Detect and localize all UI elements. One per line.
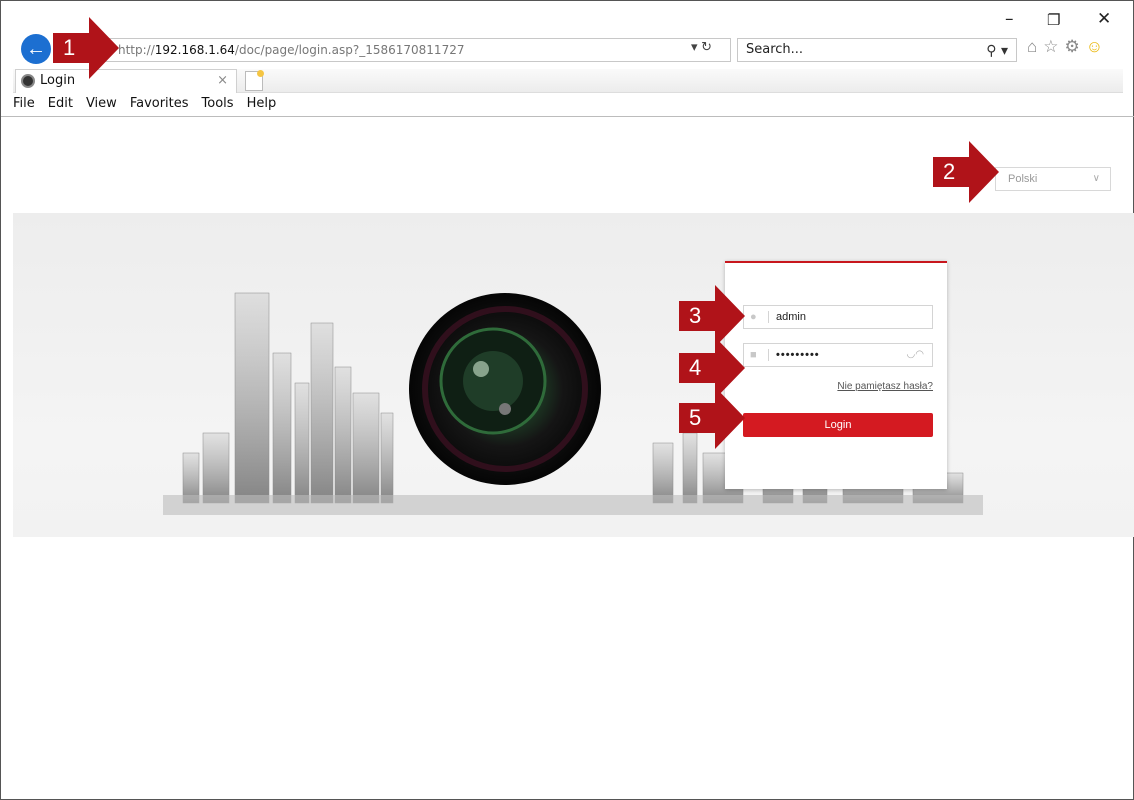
menu-view[interactable]: View (86, 96, 117, 111)
field-divider (768, 311, 769, 323)
password-field[interactable]: ■ ••••••••• ◡◠ (743, 343, 933, 367)
arrow-head (969, 141, 999, 203)
feedback-smiley-icon[interactable]: ☺ (1086, 37, 1103, 57)
user-icon: ● (750, 311, 757, 323)
home-icon[interactable]: ⌂ (1027, 37, 1037, 57)
annotation-number: 5 (689, 405, 702, 430)
chevron-down-icon: ∨ (1092, 173, 1100, 184)
url-prefix: http:// (118, 43, 155, 57)
arrow-head (89, 17, 119, 79)
hero-banner (13, 213, 1134, 537)
tab-strip: Login × (13, 69, 1123, 93)
annotation-number: 4 (689, 355, 702, 380)
search-icon[interactable]: ⚲ ▾ (986, 40, 1008, 62)
address-bar[interactable]: http://192.168.1.64/doc/page/login.asp?_… (59, 38, 731, 62)
password-value: ••••••••• (776, 349, 820, 361)
browser-window: – ❐ ✕ ← http://192.168.1.64/doc/page/log… (0, 0, 1134, 800)
annotation-number: 3 (689, 303, 702, 328)
field-divider (768, 349, 769, 361)
login-button[interactable]: Login (743, 413, 933, 437)
arrow-head (715, 387, 745, 449)
url-host: 192.168.1.64 (154, 43, 235, 57)
menu-bar: File Edit View Favorites Tools Help (13, 96, 276, 111)
tab-login[interactable]: Login × (15, 69, 237, 93)
lock-icon: ■ (750, 349, 757, 361)
menu-favorites[interactable]: Favorites (130, 96, 189, 111)
annotation-number: 2 (943, 159, 956, 184)
new-tab-button[interactable] (245, 70, 264, 91)
favorites-star-icon[interactable]: ☆ (1043, 37, 1058, 57)
close-window-button[interactable]: ✕ (1097, 9, 1111, 29)
search-input[interactable]: Search... ⚲ ▾ (737, 38, 1017, 62)
annotation-arrow-2: 2 (933, 141, 999, 203)
show-password-eye-icon[interactable]: ◡◠ (907, 344, 924, 366)
minimize-button[interactable]: – (1005, 9, 1014, 29)
menu-help[interactable]: Help (247, 96, 277, 111)
menu-file[interactable]: File (13, 96, 35, 111)
browser-toolbar: ⌂ ☆ ⚙ ☺ (1027, 37, 1103, 57)
url-path: /doc/page/login.asp?_1586170811727 (234, 43, 465, 57)
language-select[interactable]: Polski ∨ (995, 167, 1111, 191)
camera-favicon-icon (21, 74, 35, 88)
annotation-arrow-5: 5 (679, 387, 745, 449)
search-placeholder: Search... (746, 42, 804, 57)
refresh-button[interactable]: ▾ ↻ (691, 39, 712, 55)
settings-gear-icon[interactable]: ⚙ (1065, 37, 1080, 57)
login-form: ● admin ■ ••••••••• ◡◠ Nie pamiętasz has… (725, 261, 947, 489)
back-arrow-icon: ← (26, 37, 46, 60)
username-field[interactable]: ● admin (743, 305, 933, 329)
language-value: Polski (1008, 173, 1038, 185)
annotation-number: 1 (63, 35, 76, 60)
tab-close-icon[interactable]: × (217, 70, 228, 92)
chrome-divider (1, 116, 1134, 117)
restore-button[interactable]: ❐ (1047, 11, 1060, 29)
menu-tools[interactable]: Tools (202, 96, 234, 111)
forgot-password-link[interactable]: Nie pamiętasz hasła? (837, 381, 933, 392)
annotation-arrow-1: 1 (53, 17, 119, 79)
back-button[interactable]: ← (21, 34, 51, 64)
menu-edit[interactable]: Edit (48, 96, 73, 111)
username-value: admin (776, 311, 806, 323)
